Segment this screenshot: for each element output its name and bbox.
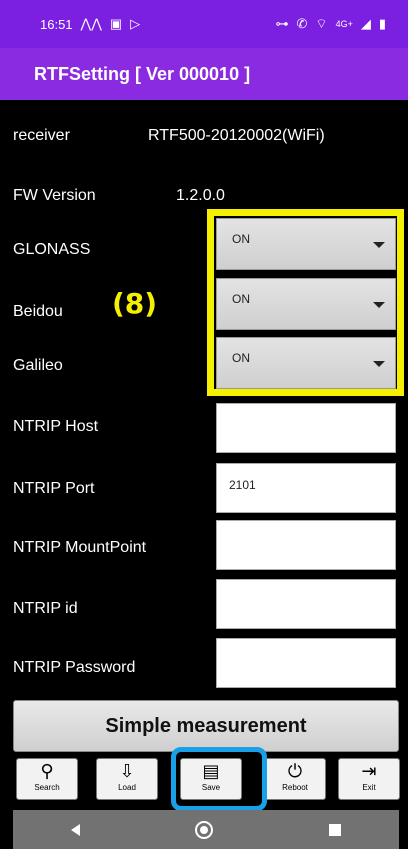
search-icon: ⚲ [40, 761, 54, 782]
home-icon[interactable] [195, 820, 214, 839]
cast-icon: ▷ [130, 16, 141, 31]
beidou-spinner[interactable]: ON [216, 278, 396, 330]
fw-version-label: FW Version [13, 187, 96, 204]
fw-version-value: 1.2.0.0 [176, 187, 225, 204]
reboot-button[interactable]: ⏻ Reboot [264, 758, 326, 800]
power-icon: ⏻ [287, 761, 303, 782]
save-button[interactable]: ▤ Save [180, 758, 242, 800]
glonass-spinner[interactable]: ON [216, 218, 396, 270]
galileo-label: Galileo [13, 357, 63, 374]
battery-icon: ▮ [378, 16, 386, 31]
search-label: Search [34, 783, 60, 792]
chart-icon: ⋀⋀ [80, 16, 102, 31]
network-type-label: 4G+ [335, 19, 353, 29]
back-icon[interactable] [70, 823, 80, 836]
simple-measurement-button[interactable]: Simple measurement [13, 700, 399, 752]
reboot-label: Reboot [282, 783, 308, 792]
ntrip-host-input[interactable] [216, 403, 396, 453]
ntrip-port-input[interactable]: 2101 [216, 463, 396, 513]
ntrip-id-label: NTRIP id [13, 600, 78, 617]
signal-icon: ◢ [360, 16, 371, 31]
status-bar: 16:51 ⋀⋀ ▣ ▷ ⊶ ✆ ⌔ 4G+ ◢ ▮ [0, 0, 408, 48]
save-label: Save [201, 783, 221, 792]
exit-icon: ⇥ [361, 761, 377, 782]
call-icon: ✆ [296, 16, 308, 31]
galileo-spinner[interactable]: ON [216, 337, 396, 389]
beidou-label: Beidou [13, 303, 63, 320]
ntrip-id-input[interactable] [216, 579, 396, 629]
load-button[interactable]: ⇩ Load [96, 758, 158, 800]
search-button[interactable]: ⚲ Search [16, 758, 78, 800]
image-icon: ▣ [109, 16, 123, 31]
bottom-toolbar: ⚲ Search ⇩ Load ▤ Save ⏻ Reboot ⇥ Exit [16, 758, 400, 800]
load-label: Load [118, 783, 136, 792]
dropdown-arrow-icon [373, 361, 385, 367]
ntrip-password-label: NTRIP Password [13, 659, 136, 676]
save-icon: ▤ [202, 761, 220, 782]
exit-button[interactable]: ⇥ Exit [338, 758, 400, 800]
dropdown-arrow-icon [373, 242, 385, 248]
beidou-value: ON [232, 292, 250, 306]
glonass-value: ON [232, 232, 250, 246]
app-title: RTFSetting [ Ver 000010 ] [34, 63, 251, 84]
load-icon: ⇩ [119, 761, 135, 782]
galileo-value: ON [232, 351, 250, 365]
ntrip-password-input[interactable] [216, 638, 396, 688]
wifi-icon: ⌔ [315, 16, 328, 31]
system-nav-bar [13, 810, 399, 849]
exit-label: Exit [362, 783, 376, 792]
annotation-label: (8) [112, 287, 158, 320]
dropdown-arrow-icon [373, 302, 385, 308]
vpn-icon: ⊶ [275, 16, 289, 31]
recents-icon[interactable] [329, 823, 342, 836]
receiver-value: RTF500-20120002(WiFi) [148, 127, 325, 144]
glonass-label: GLONASS [13, 241, 91, 258]
ntrip-mountpoint-label: NTRIP MountPoint [13, 539, 147, 556]
app-bar: RTFSetting [ Ver 000010 ] [0, 48, 408, 100]
ntrip-host-label: NTRIP Host [13, 418, 99, 435]
receiver-label: receiver [13, 127, 70, 144]
ntrip-port-label: NTRIP Port [13, 480, 95, 497]
ntrip-mountpoint-input[interactable] [216, 520, 396, 570]
status-time: 16:51 [40, 16, 73, 32]
